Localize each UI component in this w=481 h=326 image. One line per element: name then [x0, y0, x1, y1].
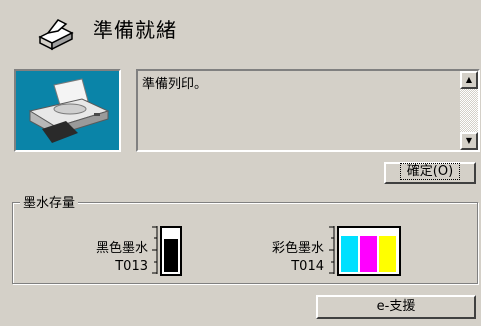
printer-illustration	[16, 71, 119, 150]
magenta-ink-level	[360, 236, 377, 272]
black-ink-model: T013	[115, 259, 148, 274]
ink-levels-label: 墨水存量	[20, 192, 79, 211]
black-ink-name: 黑色墨水	[95, 241, 148, 256]
ok-button-label: 確定(O)	[399, 163, 461, 180]
color-ink-label: 彩色墨水 T014	[232, 240, 324, 276]
e-support-button[interactable]: e-支援	[316, 295, 476, 319]
scroll-down-icon[interactable]: ▼	[460, 132, 478, 150]
printer-image	[14, 69, 121, 152]
black-ink-cartridge	[160, 226, 182, 276]
status-message: 準備列印。	[142, 77, 208, 92]
status-title: 準備就緒	[93, 18, 177, 42]
color-ink-scale	[329, 226, 335, 274]
status-message-box: 準備列印。 ▲ ▼	[136, 69, 480, 152]
color-ink-model: T014	[291, 259, 324, 274]
black-ink-level	[164, 239, 178, 272]
message-scrollbar[interactable]: ▲ ▼	[460, 71, 478, 150]
printer-status-icon	[38, 19, 74, 51]
black-ink-label: 黑色墨水 T013	[60, 240, 148, 276]
scroll-up-icon[interactable]: ▲	[460, 71, 478, 89]
cyan-ink-level	[341, 236, 358, 272]
color-ink-name: 彩色墨水	[271, 241, 324, 256]
yellow-ink-level	[379, 236, 396, 272]
ok-button[interactable]: 確定(O)	[384, 162, 476, 184]
black-ink-scale	[152, 226, 158, 274]
color-ink-cartridge	[337, 226, 401, 276]
